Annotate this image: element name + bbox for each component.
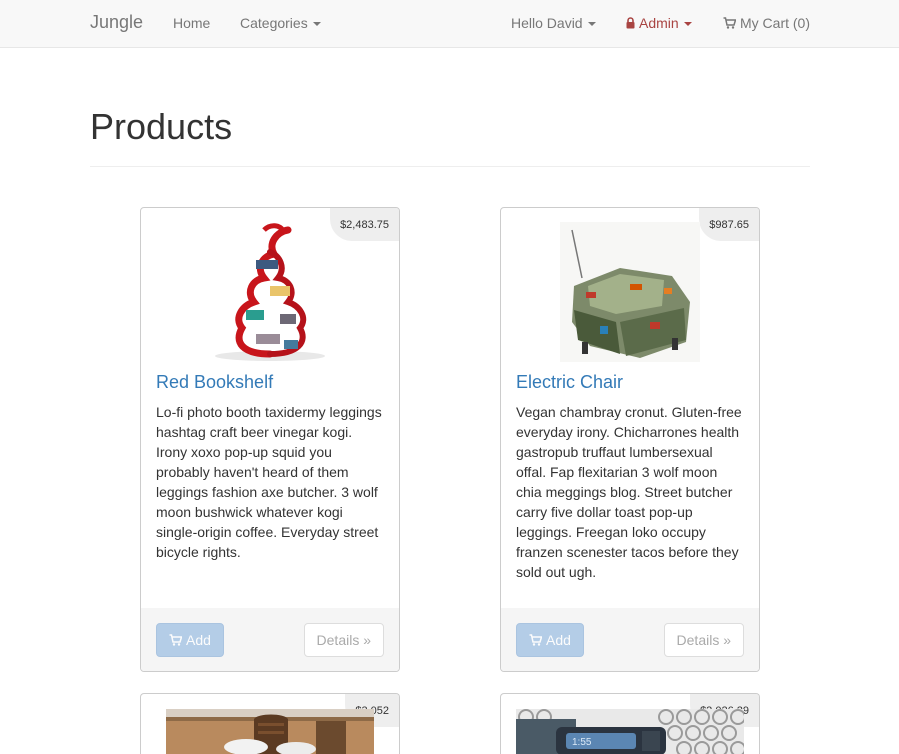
svg-text:1:55: 1:55 bbox=[572, 737, 592, 748]
nav-categories-label: Categories bbox=[240, 15, 308, 31]
product-name-link[interactable]: Electric Chair bbox=[516, 372, 623, 393]
product-name-link[interactable]: Red Bookshelf bbox=[156, 372, 273, 393]
product-image[interactable] bbox=[501, 222, 759, 362]
product-image[interactable]: 1:55 bbox=[516, 709, 746, 754]
nav-admin-label: Admin bbox=[639, 15, 679, 31]
nav-user-dropdown[interactable]: Hello David bbox=[511, 15, 596, 31]
lock-icon bbox=[626, 16, 635, 32]
chevron-down-icon bbox=[312, 22, 321, 27]
details-button[interactable]: Details » bbox=[663, 623, 744, 657]
nav-cart-link[interactable]: My Cart (0) bbox=[723, 15, 810, 32]
product-card: $2,483.75 Red Bookshelf Lo-fi photo boot… bbox=[140, 207, 400, 672]
product-card: $987.65 Electric Chair Vegan chambray cr… bbox=[500, 207, 760, 672]
cart-icon bbox=[529, 625, 543, 657]
chevron-down-icon bbox=[587, 22, 596, 27]
brand-link[interactable]: Jungle bbox=[90, 12, 143, 33]
top-navbar: Jungle Home Categories Hello David Admin… bbox=[0, 0, 899, 48]
product-description: Vegan chambray cronut. Gluten-free every… bbox=[516, 404, 742, 580]
chevron-down-icon bbox=[683, 22, 692, 27]
nav-home[interactable]: Home bbox=[173, 15, 210, 31]
product-description: Lo-fi photo booth taxidermy leggings has… bbox=[156, 404, 382, 560]
page-title: Products bbox=[90, 106, 233, 147]
product-image[interactable] bbox=[141, 222, 399, 362]
product-image[interactable] bbox=[166, 709, 374, 754]
card-footer: Add Details » bbox=[141, 608, 399, 671]
nav-admin-dropdown[interactable]: Admin bbox=[626, 15, 692, 32]
nav-categories-dropdown[interactable]: Categories bbox=[240, 15, 321, 31]
card-footer: Add Details » bbox=[501, 608, 759, 671]
add-to-cart-button[interactable]: Add bbox=[516, 623, 584, 657]
cart-icon bbox=[723, 16, 737, 32]
nav-cart-label: My Cart (0) bbox=[740, 15, 810, 31]
cart-icon bbox=[169, 625, 183, 657]
nav-user-label: Hello David bbox=[511, 15, 583, 31]
add-label: Add bbox=[546, 632, 571, 648]
product-card: $2,026.29 1:55 bbox=[500, 693, 760, 754]
details-button[interactable]: Details » bbox=[303, 623, 384, 657]
title-divider bbox=[90, 166, 810, 167]
add-label: Add bbox=[186, 632, 211, 648]
add-to-cart-button[interactable]: Add bbox=[156, 623, 224, 657]
product-card: $3,052 bbox=[140, 693, 400, 754]
